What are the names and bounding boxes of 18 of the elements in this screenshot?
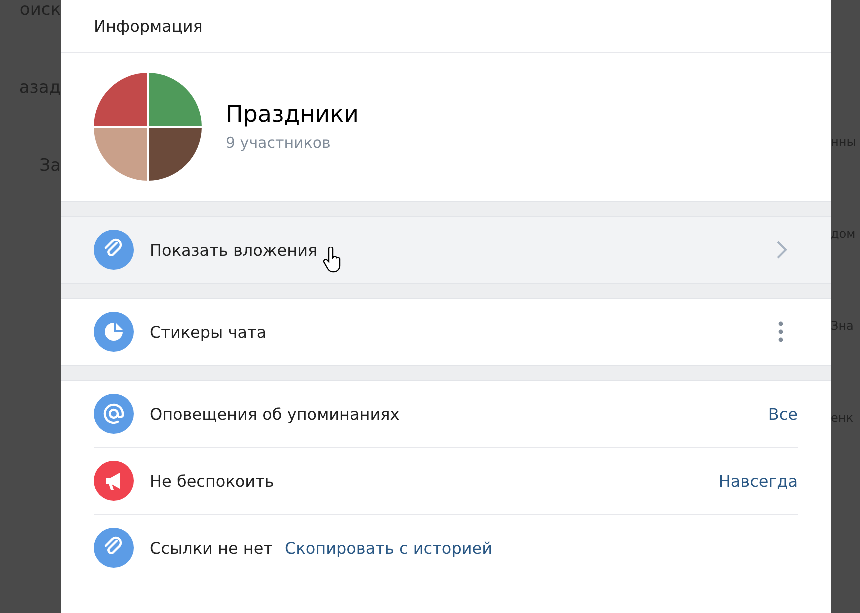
copy-link[interactable]: Скопировать с историей [285,538,492,558]
settings-row[interactable]: Ссылки не нет Скопировать с историей [94,515,798,581]
dialog-title: Информация [61,0,831,53]
hand-cursor-icon [323,247,343,273]
settings-row[interactable]: Не беспокоить Навсегда [94,448,798,515]
row-label: Стикеры чата [150,322,267,342]
more-icon[interactable] [778,321,784,343]
row-label: Ссылки не нет [150,538,273,558]
settings-row[interactable]: Оповещения об упоминаниях Все [94,381,798,448]
chat-name: Праздники [226,102,359,128]
row-label: Не беспокоить [150,472,274,490]
chevron-right-icon [776,240,788,260]
row-value[interactable]: Все [768,404,798,424]
row-value[interactable]: Навсегда [718,472,798,490]
settings-row[interactable]: Стикеры чата [94,299,798,365]
row-label: Оповещения об упоминаниях [150,404,400,424]
settings-row[interactable]: Показать вложения [61,217,831,283]
row-label: Показать вложения [150,240,318,260]
